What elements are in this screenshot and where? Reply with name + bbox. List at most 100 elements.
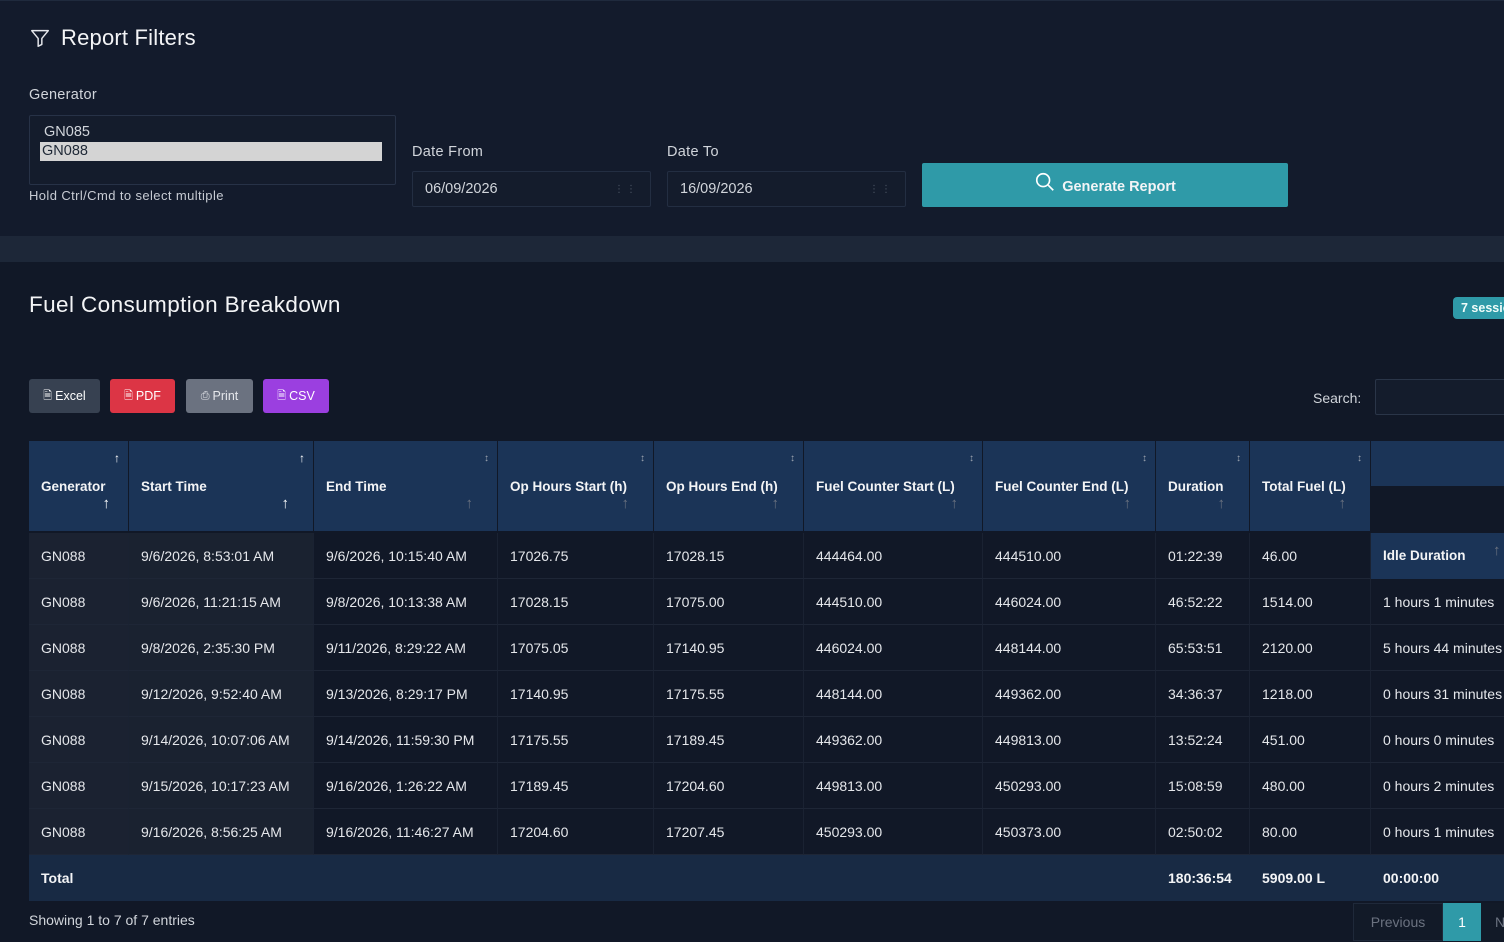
cell-fuel-counter-end: 444510.00 (983, 533, 1156, 579)
col-header-idle-duration[interactable]: Idle Duration ↑ (1371, 533, 1504, 579)
col-header-label: Fuel Counter Start (L) (816, 479, 955, 494)
sort-both-icon: ↕ (484, 453, 489, 464)
cell-duration: 13:52:24 (1156, 717, 1250, 763)
cell-end-time: 9/14/2026, 11:59:30 PM (314, 717, 498, 763)
calendar-icon[interactable]: ⋮⋮ (869, 184, 893, 195)
cell-duration: 01:22:39 (1156, 533, 1250, 579)
generator-option[interactable]: GN085 (42, 123, 383, 142)
date-from-input[interactable]: 06/09/2026 ⋮⋮ (412, 171, 651, 207)
cell-total-fuel: 480.00 (1250, 763, 1371, 809)
cell-idle-duration: 0 hours 0 minutes (1371, 717, 1504, 763)
cell-fuel-counter-end: 449813.00 (983, 717, 1156, 763)
cell-total-fuel: 451.00 (1250, 717, 1371, 763)
file-csv-icon: 🗎 (277, 389, 287, 402)
cell-idle-duration: 1 hours 1 minutes (1371, 579, 1504, 625)
col-header-label: Op Hours Start (h) (510, 479, 627, 494)
generator-option-selected[interactable]: GN088 (40, 142, 382, 161)
col-header-fuel-counter-start[interactable]: ↕ Fuel Counter Start (L) ↑ (804, 441, 983, 531)
col-header-duration[interactable]: ↕ Duration ↑ (1156, 441, 1250, 531)
cell-generator: GN088 (29, 671, 129, 717)
sort-icon: ↑ (771, 495, 780, 512)
cell-total-fuel: 80.00 (1250, 809, 1371, 855)
cell-start-time: 9/12/2026, 9:52:40 AM (129, 671, 314, 717)
date-from-label: Date From (412, 144, 484, 160)
generate-report-label: Generate Report (1062, 179, 1176, 195)
sort-icon: ↑ (1123, 495, 1132, 512)
pagination-previous[interactable]: Previous (1353, 903, 1443, 941)
cell-op-hours-end: 17204.60 (654, 763, 804, 809)
cell-total-fuel: 46.00 (1250, 533, 1371, 579)
filter-icon (29, 27, 51, 49)
sort-both-icon: ↕ (1236, 453, 1241, 464)
pdf-label: PDF (135, 389, 161, 403)
col-header-label: Total Fuel (L) (1262, 479, 1346, 494)
search-input[interactable] (1375, 379, 1504, 415)
cell-idle-duration: 5 hours 44 minutes (1371, 625, 1504, 671)
cell-fuel-counter-start: 448144.00 (804, 671, 983, 717)
sort-icon: ↑ (102, 495, 111, 512)
sort-asc-icon: ↑ (299, 451, 305, 465)
print-button[interactable]: ⎙ Print (186, 379, 253, 413)
cell-op-hours-start: 17075.05 (498, 625, 654, 671)
cell-op-hours-end: 17075.00 (654, 579, 804, 625)
col-header-label: Op Hours End (h) (666, 479, 778, 494)
cell-duration: 46:52:22 (1156, 579, 1250, 625)
cell-op-hours-end: 17207.45 (654, 809, 804, 855)
sort-both-icon: ↕ (1142, 453, 1147, 464)
cell-duration: 34:36:37 (1156, 671, 1250, 717)
col-header-label: Generator (41, 479, 106, 494)
file-excel-icon: 🗎 (43, 389, 53, 402)
calendar-icon[interactable]: ⋮⋮ (614, 184, 638, 195)
file-pdf-icon: 🗎 (124, 389, 133, 402)
col-header-label: End Time (326, 479, 387, 494)
section-title: Fuel Consumption Breakdown (29, 292, 341, 317)
cell-start-time: 9/6/2026, 8:53:01 AM (129, 533, 314, 579)
cell-total-fuel: 1514.00 (1250, 579, 1371, 625)
search-label: Search: (1313, 390, 1362, 406)
col-header-generator[interactable]: ↑ Generator ↑ (29, 441, 129, 531)
cell-fuel-counter-end: 450293.00 (983, 763, 1156, 809)
date-to-input[interactable]: 16/09/2026 ⋮⋮ (667, 171, 906, 207)
sort-both-icon: ↕ (1357, 453, 1362, 464)
pdf-export-button[interactable]: 🗎 PDF (110, 379, 175, 413)
sort-icon: ↑ (950, 495, 959, 512)
sort-both-icon: ↕ (790, 453, 795, 464)
sort-icon: ↑ (465, 495, 474, 512)
col-header-end-time[interactable]: ↕ End Time ↑ (314, 441, 498, 531)
pagination-next[interactable]: Next (1481, 903, 1504, 941)
col-header-fuel-counter-end[interactable]: ↕ Fuel Counter End (L) ↑ (983, 441, 1156, 531)
table-total-row: Total 180:36:54 5909.00 L 00:00:00 (29, 855, 1504, 901)
cell-fuel-counter-end: 446024.00 (983, 579, 1156, 625)
cell-op-hours-start: 17175.55 (498, 717, 654, 763)
date-to-label: Date To (667, 144, 719, 160)
cell-end-time: 9/16/2026, 1:26:22 AM (314, 763, 498, 809)
sort-icon: ↑ (1493, 542, 1501, 559)
cell-start-time: 9/16/2026, 8:56:25 AM (129, 809, 314, 855)
col-header-op-hours-end[interactable]: ↕ Op Hours End (h) ↑ (654, 441, 804, 531)
col-header-total-fuel[interactable]: ↕ Total Fuel (L) ↑ (1250, 441, 1371, 531)
cell-generator: GN088 (29, 809, 129, 855)
cell-op-hours-end: 17140.95 (654, 625, 804, 671)
printer-icon: ⎙ (200, 389, 210, 402)
cell-total-fuel: 2120.00 (1250, 625, 1371, 671)
generator-multiselect[interactable]: GN085 GN088 (29, 115, 396, 185)
cell-fuel-counter-start: 449362.00 (804, 717, 983, 763)
col-header-start-time[interactable]: ↑ Start Time ↑ (129, 441, 314, 531)
cell-fuel-counter-start: 444464.00 (804, 533, 983, 579)
cell-end-time: 9/11/2026, 8:29:22 AM (314, 625, 498, 671)
section-divider (0, 236, 1504, 262)
csv-export-button[interactable]: 🗎 CSV (263, 379, 329, 413)
cell-fuel-counter-start: 446024.00 (804, 625, 983, 671)
cell-fuel-counter-end: 448144.00 (983, 625, 1156, 671)
sort-icon: ↑ (1338, 495, 1347, 512)
col-header-empty (1371, 441, 1504, 486)
cell-fuel-counter-start: 450293.00 (804, 809, 983, 855)
pagination-page-1[interactable]: 1 (1443, 903, 1481, 941)
generate-report-button[interactable]: Generate Report (922, 163, 1288, 207)
excel-export-button[interactable]: 🗎 Excel (29, 379, 100, 413)
col-header-op-hours-start[interactable]: ↕ Op Hours Start (h) ↑ (498, 441, 654, 531)
sort-icon: ↑ (621, 495, 630, 512)
cell-total-fuel: 1218.00 (1250, 671, 1371, 717)
cell-duration: 02:50:02 (1156, 809, 1250, 855)
total-idle: 00:00:00 (1383, 870, 1440, 886)
